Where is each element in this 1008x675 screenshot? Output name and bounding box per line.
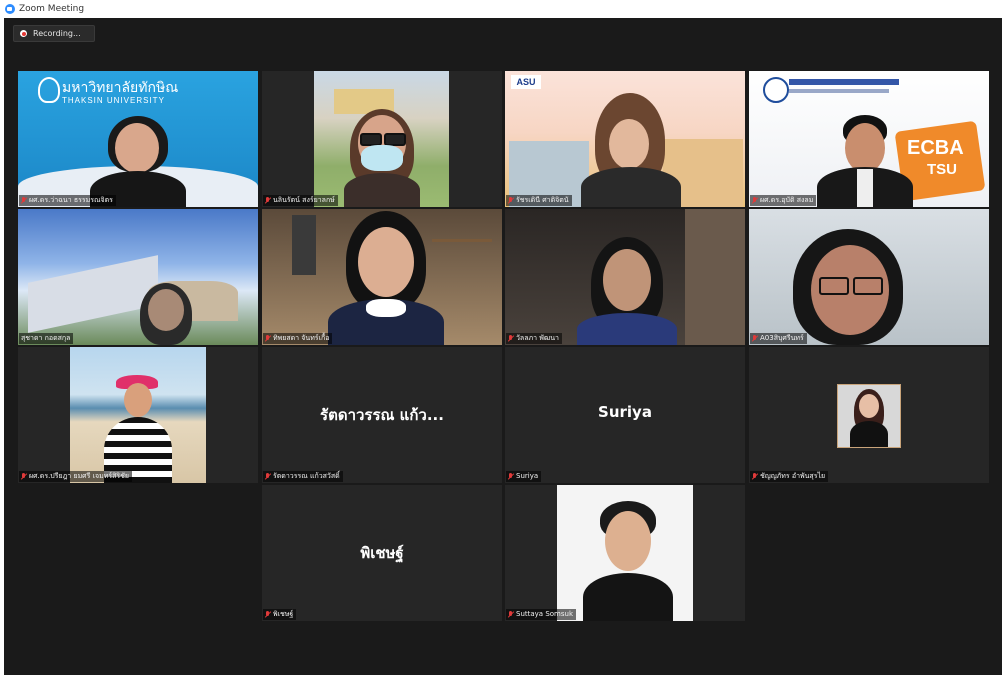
muted-mic-icon (508, 611, 513, 618)
participant-body (581, 167, 681, 207)
participant-face (609, 119, 649, 169)
profile-picture (837, 384, 901, 448)
participant-face (358, 227, 414, 297)
participant-name-tag: ผศ.ดร.อุบัติ สงลม (750, 195, 817, 206)
muted-mic-icon (265, 473, 270, 480)
background-shelf (432, 239, 492, 242)
faculty-banner-subtitle (789, 89, 889, 93)
participant-body (344, 173, 420, 207)
participant-display-name: พิเชษฐ์ (360, 544, 404, 562)
participant-name-tag: พิเชษฐ์ (263, 609, 297, 620)
participant-name-tag: รัชรเดินี ศาติจิตนั (506, 195, 572, 206)
participant-face (845, 123, 885, 173)
recording-label: Recording... (33, 29, 81, 38)
recording-indicator[interactable]: Recording... (13, 25, 95, 42)
participant-name-tag: ชัญญภัทร อำพันสุรไย (750, 471, 829, 482)
university-logo-english: THAKSIN UNIVERSITY (62, 96, 165, 105)
participant-name-tag: A03สิบุศรีนทร์ (750, 333, 807, 344)
participant-name-tag: ทิพยสดา จันทร์เกื้อ (263, 333, 333, 344)
muted-mic-icon (21, 197, 26, 204)
faculty-banner-bar (789, 79, 899, 85)
muted-mic-icon (265, 197, 270, 204)
collar (366, 299, 406, 317)
muted-mic-icon (508, 197, 513, 204)
video-tile-no-video[interactable]: พิเชษฐ์ พิเชษฐ์ (262, 485, 502, 621)
muted-mic-icon (752, 335, 757, 342)
participant-name-tag: สุชาดา กอดสกุล (19, 333, 74, 344)
video-tile-no-video[interactable]: Suttaya Somsuk (505, 485, 745, 621)
background-board (292, 215, 316, 275)
eyeglasses (853, 277, 883, 295)
video-tile-no-video[interactable]: ชัญญภัทร อำพันสุรไย (749, 347, 989, 483)
video-tile[interactable]: ECBA TSU ผศ.ดร.อุบัติ สงลม (749, 71, 989, 207)
muted-mic-icon (508, 335, 513, 342)
muted-mic-icon (508, 473, 513, 480)
participant-face (124, 383, 152, 417)
muted-mic-icon (752, 197, 757, 204)
video-tile[interactable]: ผศ.ดร.ปรียฎา ยมศรี เจมทร์สิริชัย (18, 347, 258, 483)
participant-name-tag: ผศ.ดร.ปรียฎา ยมศรี เจมทร์สิริชัย (19, 471, 132, 482)
muted-mic-icon (265, 335, 270, 342)
muted-mic-icon (265, 611, 270, 618)
participant-name-tag: นลินรัตน์ สงร์ยาลกษ์ (263, 195, 338, 206)
participant-name-tag: Suttaya Somsuk (506, 609, 576, 620)
participant-name-tag: รัตดาวรรณ แก้วสวัสดิ์ (263, 471, 343, 482)
participant-name-tag: วัลลภา พัฒนา (506, 333, 562, 344)
video-tile[interactable]: มหาวิทยาลัยทักษิณ THAKSIN UNIVERSITY ผศ.… (18, 71, 258, 207)
participant-face (148, 289, 184, 331)
ecba-logo-text: ECBA (907, 137, 964, 159)
eyeglasses (819, 277, 849, 295)
background-wall (685, 209, 745, 345)
video-tile[interactable]: ทิพยสดา จันทร์เกื้อ (262, 209, 502, 345)
meeting-window: Recording... มหาวิทยาลัยทักษิณ THAKSIN U… (4, 18, 1002, 675)
participant-body (583, 573, 673, 621)
asu-logo: ASU (511, 75, 541, 89)
video-tile-no-video[interactable]: Suriya Suriya (505, 347, 745, 483)
face-mask (361, 145, 403, 171)
muted-mic-icon (21, 473, 26, 480)
university-emblem-icon (38, 77, 60, 103)
title-bar: Zoom Meeting (0, 0, 1008, 18)
zoom-app-icon (5, 4, 15, 14)
record-icon (20, 30, 27, 37)
video-tile-no-video[interactable]: รัตดาวรรณ แก้ว... รัตดาวรรณ แก้วสวัสดิ์ (262, 347, 502, 483)
muted-mic-icon (752, 473, 757, 480)
tsu-logo-text: TSU (927, 161, 957, 178)
participant-display-name: รัตดาวรรณ แก้ว... (320, 406, 444, 424)
faculty-emblem-icon (763, 77, 789, 103)
participant-name-tag: Suriya (506, 471, 542, 482)
video-tile[interactable]: นลินรัตน์ สงร์ยาลกษ์ (262, 71, 502, 207)
participant-face (605, 511, 651, 571)
participant-name-tag: ผศ.ดร.ว่าฉนา ธรรมรณจิตร (19, 195, 116, 206)
participant-display-name: Suriya (598, 403, 652, 421)
window-title: Zoom Meeting (19, 4, 85, 14)
participant-face (603, 249, 651, 311)
video-tile-active-speaker[interactable]: สุชาดา กอดสกุล (18, 209, 258, 345)
video-tile[interactable]: ASU รัชรเดินี ศาติจิตนั (505, 71, 745, 207)
shirt (857, 169, 873, 207)
participant-body (577, 313, 677, 345)
video-tile[interactable]: A03สิบุศรีนทร์ (749, 209, 989, 345)
video-tile[interactable]: วัลลภา พัฒนา (505, 209, 745, 345)
participant-face (115, 123, 159, 173)
